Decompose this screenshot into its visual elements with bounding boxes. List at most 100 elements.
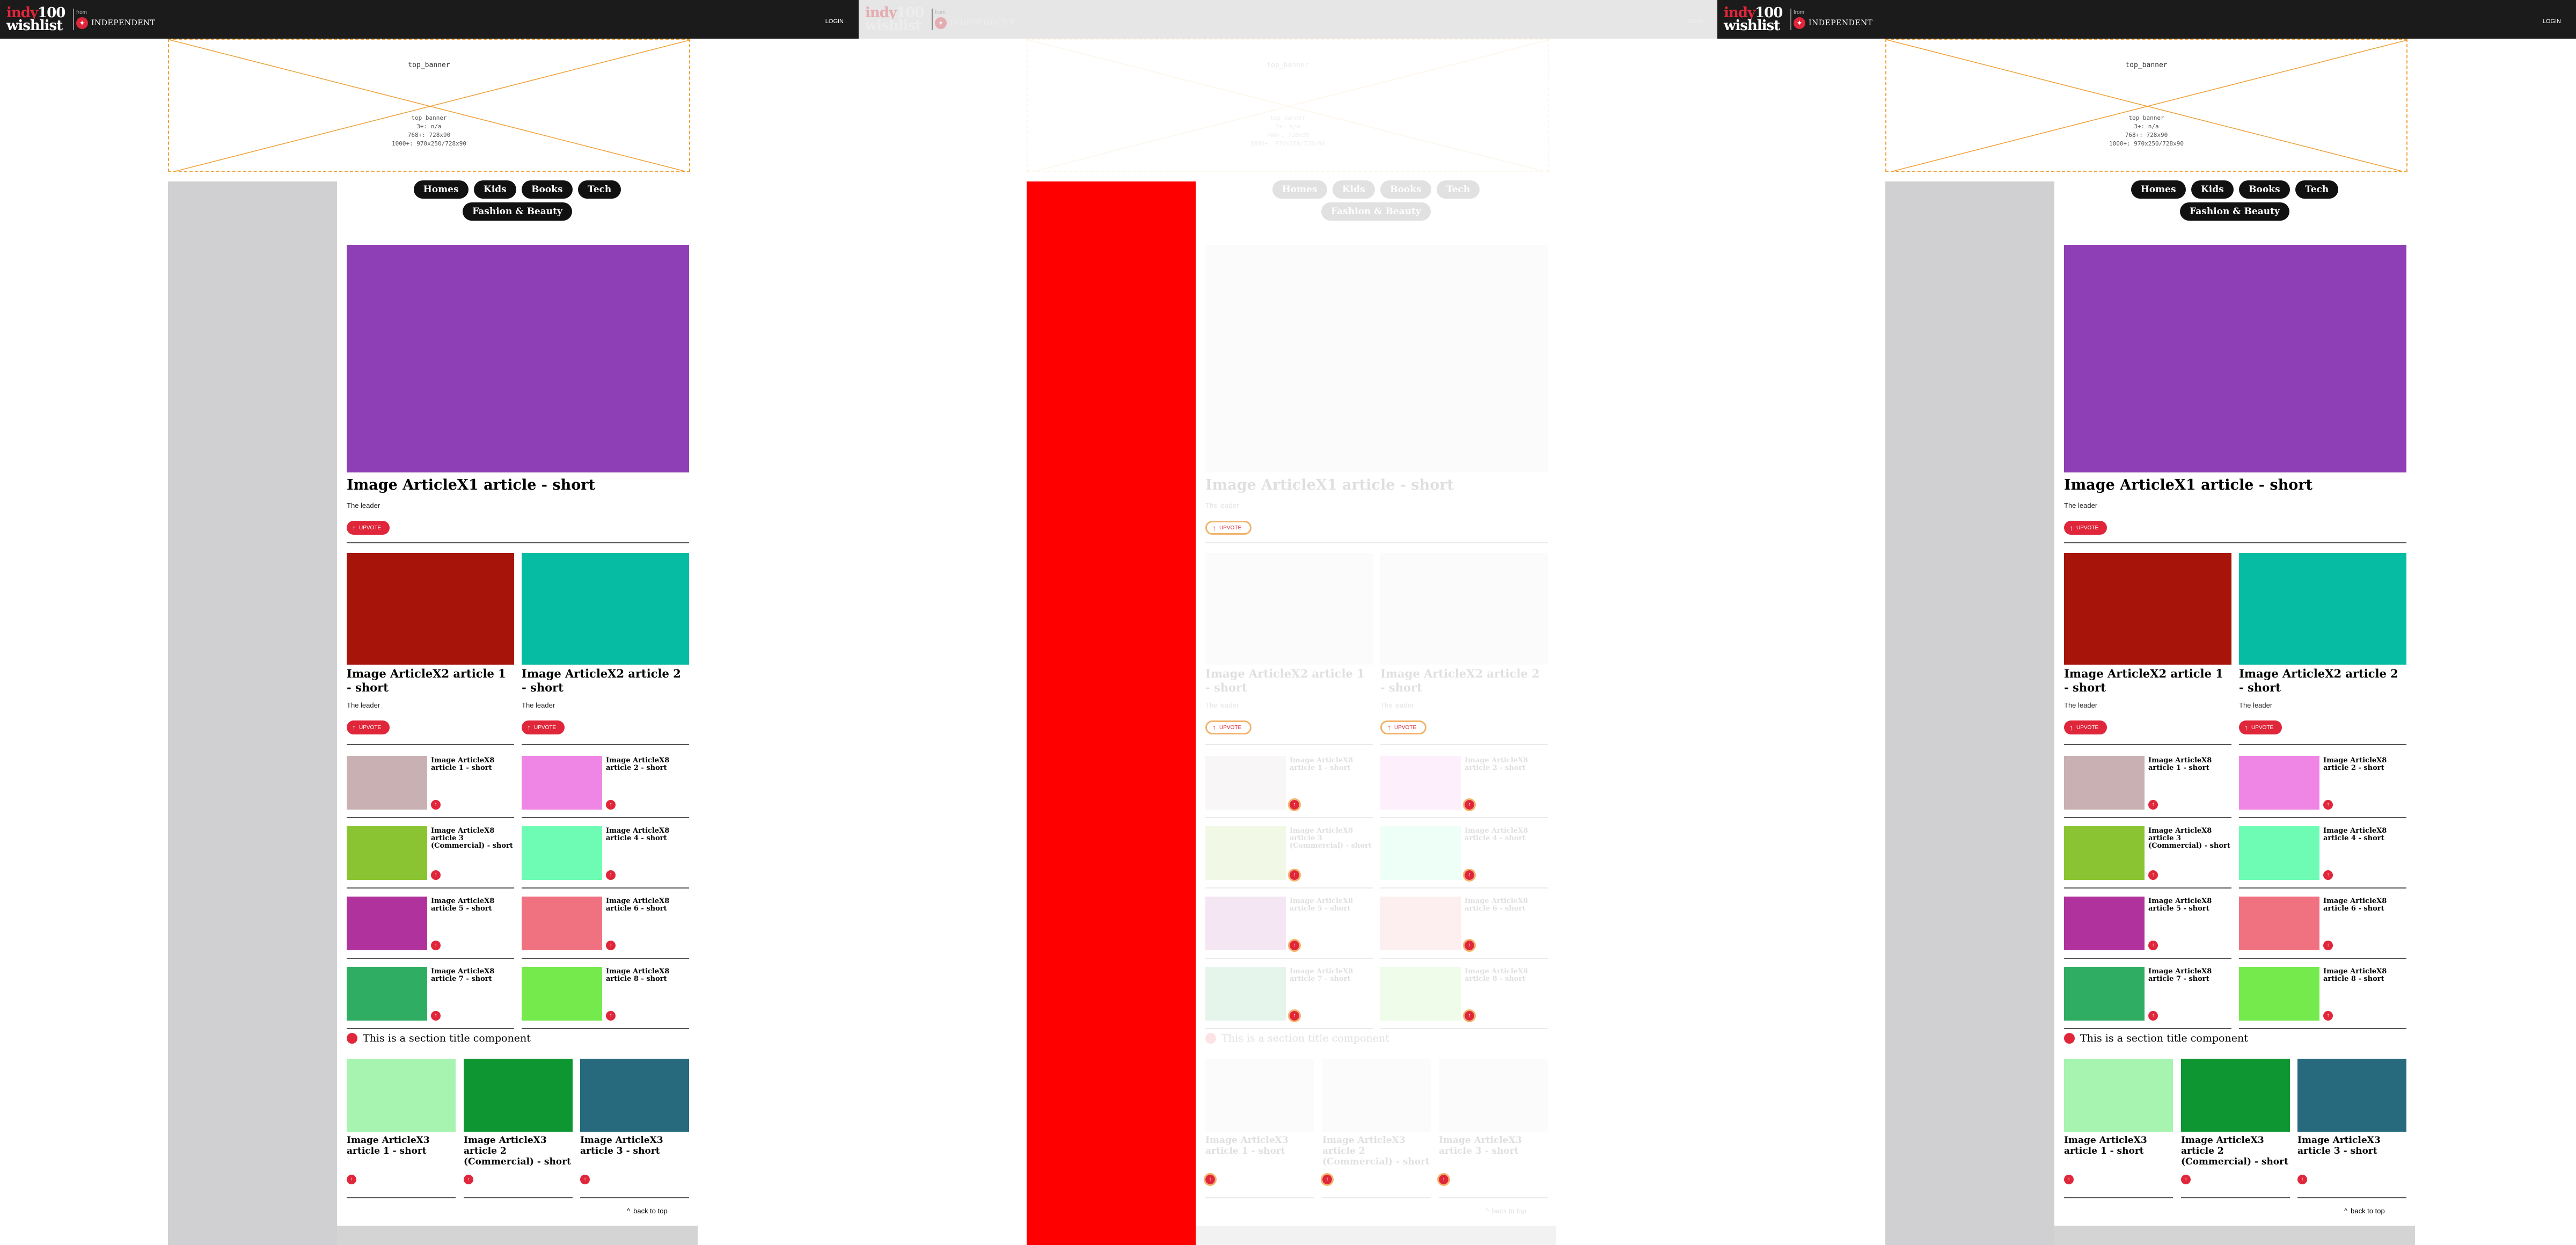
login-link[interactable]: LOGIN [1684,18,1702,25]
x8-upvote-icon[interactable]: ↑ [431,800,441,810]
x3-upvote-icon[interactable]: ↑ [347,1175,356,1184]
nav-pill-kids[interactable]: Kids [1332,180,1375,199]
hero-article-title[interactable]: Image ArticleX1 article - short [347,477,690,493]
nav-pill-tech[interactable]: Tech [1437,180,1480,199]
back-to-top-link[interactable]: ^ back to top [2344,1207,2385,1215]
x2-upvote-button[interactable]: ↑ UPVOTE [1205,720,1252,734]
x2-article-title[interactable]: Image ArticleX2 article 1 - short [347,667,514,695]
x8-article-card[interactable]: Image ArticleX8 article 6 - short ↑ [1380,890,1548,959]
x8-article-title[interactable]: Image ArticleX8 article 1 - short [431,757,514,772]
independent-logo[interactable]: ✦ INDEPENDENT [1794,17,1873,29]
x3-upvote-icon[interactable]: ↑ [1204,1173,1217,1186]
x8-article-card[interactable]: Image ArticleX8 article 1 - short ↑ [2064,749,2231,818]
x2-article-image[interactable] [1205,553,1373,665]
x8-article-image[interactable] [347,897,427,950]
x8-article-title[interactable]: Image ArticleX8 article 1 - short [1290,757,1373,772]
x2-article-image[interactable] [347,553,514,665]
x8-upvote-icon[interactable]: ↑ [431,870,441,880]
x8-article-card[interactable]: Image ArticleX8 article 7 - short ↑ [2064,960,2231,1029]
x8-article-card[interactable]: Image ArticleX8 article 4 - short ↑ [522,820,689,889]
x8-upvote-icon[interactable]: ↑ [606,870,616,880]
x8-article-title[interactable]: Image ArticleX8 article 3 (Commercial) -… [2148,827,2231,850]
x8-upvote-icon[interactable]: ↑ [1463,1009,1476,1022]
x2-upvote-button[interactable]: ↑ UPVOTE [522,720,565,734]
x8-article-title[interactable]: Image ArticleX8 article 4 - short [2323,827,2406,842]
x2-article-title[interactable]: Image ArticleX2 article 1 - short [2064,667,2231,695]
x3-article-image[interactable] [1322,1059,1431,1132]
x3-upvote-icon[interactable]: ↑ [464,1175,473,1184]
hero-article-image[interactable] [2064,245,2406,472]
x8-upvote-icon[interactable]: ↑ [1288,798,1301,811]
x8-article-image[interactable] [2239,967,2319,1021]
x8-article-image[interactable] [1205,826,1286,880]
x2-upvote-button[interactable]: ↑ UPVOTE [2239,720,2282,734]
x8-article-card[interactable]: Image ArticleX8 article 6 - short ↑ [522,890,689,959]
x3-upvote-icon[interactable]: ↑ [2297,1175,2307,1184]
x8-article-card[interactable]: Image ArticleX8 article 6 - short ↑ [2239,890,2406,959]
x8-article-image[interactable] [1205,897,1286,950]
x2-upvote-button[interactable]: ↑ UPVOTE [1380,720,1427,734]
nav-pill-fashion-beauty[interactable]: Fashion & Beauty [1321,202,1431,221]
x2-article-title[interactable]: Image ArticleX2 article 2 - short [522,667,689,695]
nav-pill-books[interactable]: Books [522,180,573,199]
x8-article-title[interactable]: Image ArticleX8 article 2 - short [1465,757,1548,772]
x3-article-image[interactable] [347,1059,456,1132]
x8-article-title[interactable]: Image ArticleX8 article 7 - short [2148,968,2231,983]
x8-article-image[interactable] [2064,897,2145,950]
x8-upvote-icon[interactable]: ↑ [1463,869,1476,882]
x8-article-card[interactable]: Image ArticleX8 article 3 (Commercial) -… [347,820,514,889]
x8-article-title[interactable]: Image ArticleX8 article 3 (Commercial) -… [1290,827,1373,850]
indy100-wishlist-logo[interactable]: indy100 wishlist [865,6,930,33]
x8-article-card[interactable]: Image ArticleX8 article 4 - short ↑ [1380,820,1548,889]
nav-pill-tech[interactable]: Tech [578,180,621,199]
x3-article-title[interactable]: Image ArticleX3 article 2 (Commercial) -… [464,1135,573,1167]
x8-article-image[interactable] [1205,967,1286,1021]
x8-article-image[interactable] [2239,756,2319,810]
x8-article-title[interactable]: Image ArticleX8 article 6 - short [1465,898,1548,913]
x8-article-title[interactable]: Image ArticleX8 article 1 - short [2148,757,2231,772]
hero-upvote-button[interactable]: ↑ UPVOTE [2064,521,2107,535]
x8-article-image[interactable] [522,897,602,950]
x3-article-title[interactable]: Image ArticleX3 article 3 - short [1439,1135,1548,1156]
x8-upvote-icon[interactable]: ↑ [2148,870,2158,880]
x8-article-card[interactable]: Image ArticleX8 article 8 - short ↑ [522,960,689,1029]
hero-article-title[interactable]: Image ArticleX1 article - short [2064,477,2407,493]
hero-upvote-button[interactable]: ↑ UPVOTE [1205,521,1252,535]
nav-pill-tech[interactable]: Tech [2295,180,2339,199]
x8-article-card[interactable]: Image ArticleX8 article 7 - short ↑ [1205,960,1373,1029]
nav-pill-homes[interactable]: Homes [2131,180,2186,199]
x2-upvote-button[interactable]: ↑ UPVOTE [2064,720,2107,734]
x8-article-title[interactable]: Image ArticleX8 article 5 - short [1290,898,1373,913]
x3-article-image[interactable] [464,1059,573,1132]
x8-article-card[interactable]: Image ArticleX8 article 7 - short ↑ [347,960,514,1029]
x3-article-image[interactable] [1439,1059,1548,1132]
x2-article-image[interactable] [2064,553,2231,665]
x3-article-image[interactable] [2181,1059,2290,1132]
x8-article-image[interactable] [2064,826,2145,880]
x8-article-image[interactable] [1380,826,1461,880]
independent-logo[interactable]: ✦ INDEPENDENT [935,17,1014,29]
x3-article-image[interactable] [2297,1059,2406,1132]
hero-article-title[interactable]: Image ArticleX1 article - short [1205,477,1549,493]
nav-pill-fashion-beauty[interactable]: Fashion & Beauty [2180,202,2289,221]
x2-article-title[interactable]: Image ArticleX2 article 1 - short [1205,667,1373,695]
back-to-top-link[interactable]: ^ back to top [627,1207,668,1215]
x8-upvote-icon[interactable]: ↑ [2323,800,2333,810]
x8-article-image[interactable] [347,967,427,1021]
x2-article-image[interactable] [522,553,689,665]
x8-article-title[interactable]: Image ArticleX8 article 8 - short [1465,968,1548,983]
x8-article-card[interactable]: Image ArticleX8 article 5 - short ↑ [2064,890,2231,959]
x8-upvote-icon[interactable]: ↑ [2148,800,2158,810]
x8-article-image[interactable] [2064,967,2145,1021]
x3-article-image[interactable] [2064,1059,2173,1132]
x8-article-card[interactable]: Image ArticleX8 article 8 - short ↑ [2239,960,2406,1029]
back-to-top-link[interactable]: ^ back to top [1485,1207,1526,1215]
x8-article-image[interactable] [1205,756,1286,810]
x8-article-card[interactable]: Image ArticleX8 article 2 - short ↑ [2239,749,2406,818]
x8-article-title[interactable]: Image ArticleX8 article 6 - short [2323,898,2406,913]
indy100-wishlist-logo[interactable]: indy100 wishlist [6,6,71,33]
nav-pill-kids[interactable]: Kids [2191,180,2234,199]
x8-article-image[interactable] [2239,897,2319,950]
x2-article-title[interactable]: Image ArticleX2 article 2 - short [1380,667,1548,695]
x8-article-card[interactable]: Image ArticleX8 article 8 - short ↑ [1380,960,1548,1029]
